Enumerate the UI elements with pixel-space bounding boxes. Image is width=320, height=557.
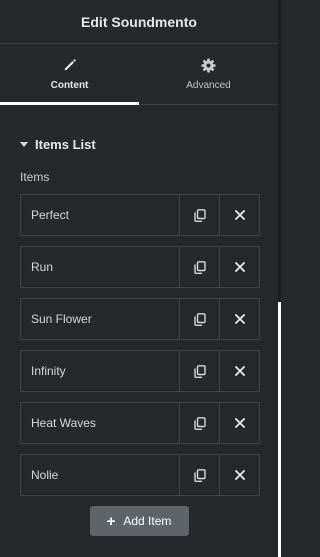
copy-icon <box>193 312 206 326</box>
tab-bar: Content Advanced <box>0 44 278 105</box>
item-title[interactable]: Run <box>21 247 179 287</box>
list-item: Sun Flower <box>20 298 260 340</box>
panel-header: Edit Soundmento <box>0 0 278 44</box>
add-item-button[interactable]: + Add Item <box>89 506 189 536</box>
section-toggle-items-list[interactable]: Items List <box>0 136 278 152</box>
section-title: Items List <box>35 136 96 152</box>
duplicate-button[interactable] <box>179 195 219 235</box>
panel-edge-highlight <box>278 302 281 557</box>
remove-button[interactable] <box>219 195 259 235</box>
add-item-label: Add Item <box>123 514 172 528</box>
duplicate-button[interactable] <box>179 455 219 495</box>
remove-button[interactable] <box>219 299 259 339</box>
copy-icon <box>193 260 206 274</box>
gear-icon <box>201 57 216 73</box>
item-title[interactable]: Infinity <box>21 351 179 391</box>
copy-icon <box>193 208 206 222</box>
tab-advanced-label: Advanced <box>186 80 231 91</box>
items-label: Items <box>20 170 50 184</box>
item-title[interactable]: Perfect <box>21 195 179 235</box>
close-icon <box>234 418 245 428</box>
close-icon <box>234 366 245 376</box>
item-title[interactable]: Nolie <box>21 455 179 495</box>
duplicate-button[interactable] <box>179 247 219 287</box>
items-list: Perfect Run Sun Flower Infinity Heat Wav… <box>0 194 278 496</box>
list-item: Infinity <box>20 350 260 392</box>
item-title[interactable]: Heat Waves <box>21 403 179 443</box>
copy-icon <box>193 416 206 430</box>
list-item: Perfect <box>20 194 260 236</box>
list-item: Heat Waves <box>20 402 260 444</box>
pencil-icon <box>63 57 77 73</box>
remove-button[interactable] <box>219 403 259 443</box>
list-item: Run <box>20 246 260 288</box>
add-item-wrapper: + Add Item <box>0 506 278 536</box>
copy-icon <box>193 364 206 378</box>
caret-down-icon <box>20 141 28 147</box>
remove-button[interactable] <box>219 455 259 495</box>
remove-button[interactable] <box>219 247 259 287</box>
close-icon <box>234 470 245 480</box>
close-icon <box>234 314 245 324</box>
panel-title: Edit Soundmento <box>81 13 197 30</box>
item-title[interactable]: Sun Flower <box>21 299 179 339</box>
duplicate-button[interactable] <box>179 403 219 443</box>
close-icon <box>234 262 245 272</box>
tab-advanced[interactable]: Advanced <box>139 44 278 104</box>
duplicate-button[interactable] <box>179 351 219 391</box>
close-icon <box>234 210 245 220</box>
tab-content[interactable]: Content <box>0 44 139 105</box>
copy-icon <box>193 468 206 482</box>
tab-content-label: Content <box>50 80 89 91</box>
duplicate-button[interactable] <box>179 299 219 339</box>
remove-button[interactable] <box>219 351 259 391</box>
plus-icon: + <box>106 512 116 530</box>
list-item: Nolie <box>20 454 260 496</box>
